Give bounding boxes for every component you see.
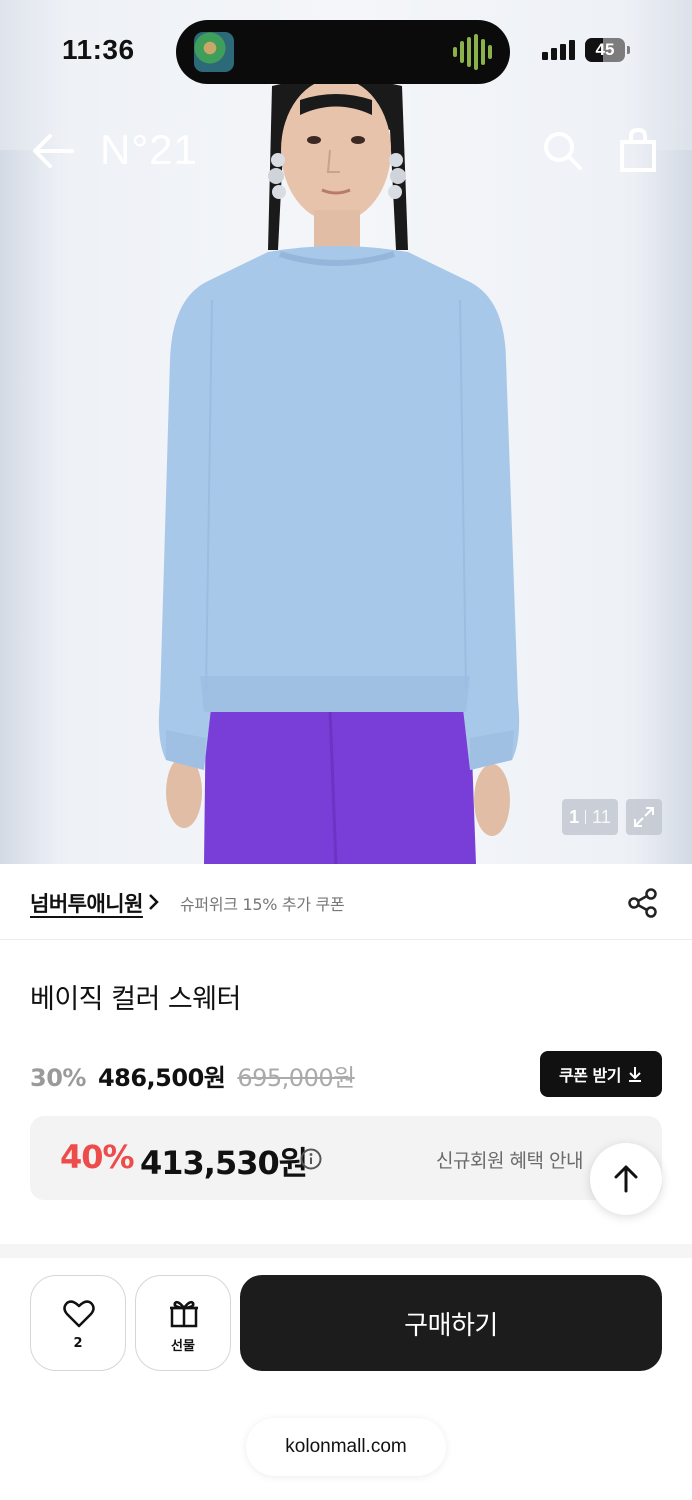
chevron-right-icon[interactable] xyxy=(146,891,162,913)
battery-nub xyxy=(627,46,630,54)
share-icon xyxy=(628,888,657,918)
cellular-signal-icon xyxy=(542,40,575,60)
download-icon xyxy=(628,1067,641,1082)
image-counter: 1 11 xyxy=(562,799,618,835)
shopping-bag-icon xyxy=(620,127,656,172)
brand-promo-text: 슈퍼위크 15% 추가 쿠폰 xyxy=(180,895,345,914)
gift-button[interactable]: 선물 xyxy=(135,1275,231,1371)
wishlist-count: 2 xyxy=(73,1336,83,1351)
expand-button[interactable] xyxy=(626,799,662,835)
share-button[interactable] xyxy=(626,886,660,920)
brand-row: 넘버투애니원 슈퍼위크 15% 추가 쿠폰 xyxy=(0,864,692,940)
gift-label: 선물 xyxy=(171,1339,195,1354)
product-title: 베이직 컬러 스웨터 xyxy=(30,984,241,1015)
section-divider xyxy=(0,1244,692,1258)
discount-rate: 30% xyxy=(30,1064,86,1092)
audio-waveform-icon xyxy=(453,34,492,70)
search-button[interactable] xyxy=(540,128,586,174)
dynamic-island[interactable] xyxy=(176,20,510,84)
gift-icon xyxy=(170,1300,198,1328)
heart-icon xyxy=(63,1300,95,1328)
browser-url-bar[interactable]: kolonmall.com xyxy=(246,1418,446,1476)
original-price: 695,000원 xyxy=(237,1064,355,1092)
arrow-up-icon xyxy=(614,1165,638,1193)
new-member-offer[interactable]: 40% 413,530원 신규회원 혜택 안내 xyxy=(30,1116,662,1200)
brand-name-link[interactable]: 넘버투애니원 xyxy=(30,888,143,918)
price-row: 30% 486,500원 695,000원 xyxy=(30,1058,355,1093)
wishlist-button[interactable]: 2 xyxy=(30,1275,126,1371)
expand-icon xyxy=(634,807,654,827)
coupon-download-button[interactable]: 쿠폰 받기 xyxy=(540,1051,662,1097)
back-button[interactable] xyxy=(28,128,78,174)
search-icon xyxy=(544,132,582,170)
product-image-gallery[interactable]: 11:36 45 N°21 1 11 xyxy=(0,0,692,864)
sale-price: 486,500원 xyxy=(97,1064,226,1092)
coupon-button-label: 쿠폰 받기 xyxy=(559,1066,621,1085)
scroll-to-top-button[interactable] xyxy=(590,1143,662,1215)
member-discount-rate: 40% xyxy=(60,1138,135,1176)
image-counter-total: 11 xyxy=(592,806,611,827)
member-benefit-note: 신규회원 혜택 안내 xyxy=(436,1150,583,1172)
buy-button[interactable]: 구매하기 xyxy=(240,1275,662,1371)
info-icon[interactable] xyxy=(300,1148,322,1170)
status-time: 11:36 xyxy=(62,34,135,65)
image-counter-current: 1 xyxy=(569,806,580,827)
image-counter-separator xyxy=(585,810,587,824)
back-arrow-icon xyxy=(33,134,74,168)
brand-logo[interactable]: N°21 xyxy=(100,126,198,174)
battery-level: 45 xyxy=(595,40,615,59)
now-playing-art xyxy=(194,32,234,72)
cart-button[interactable] xyxy=(616,126,660,174)
member-price: 413,530원 xyxy=(140,1144,308,1182)
